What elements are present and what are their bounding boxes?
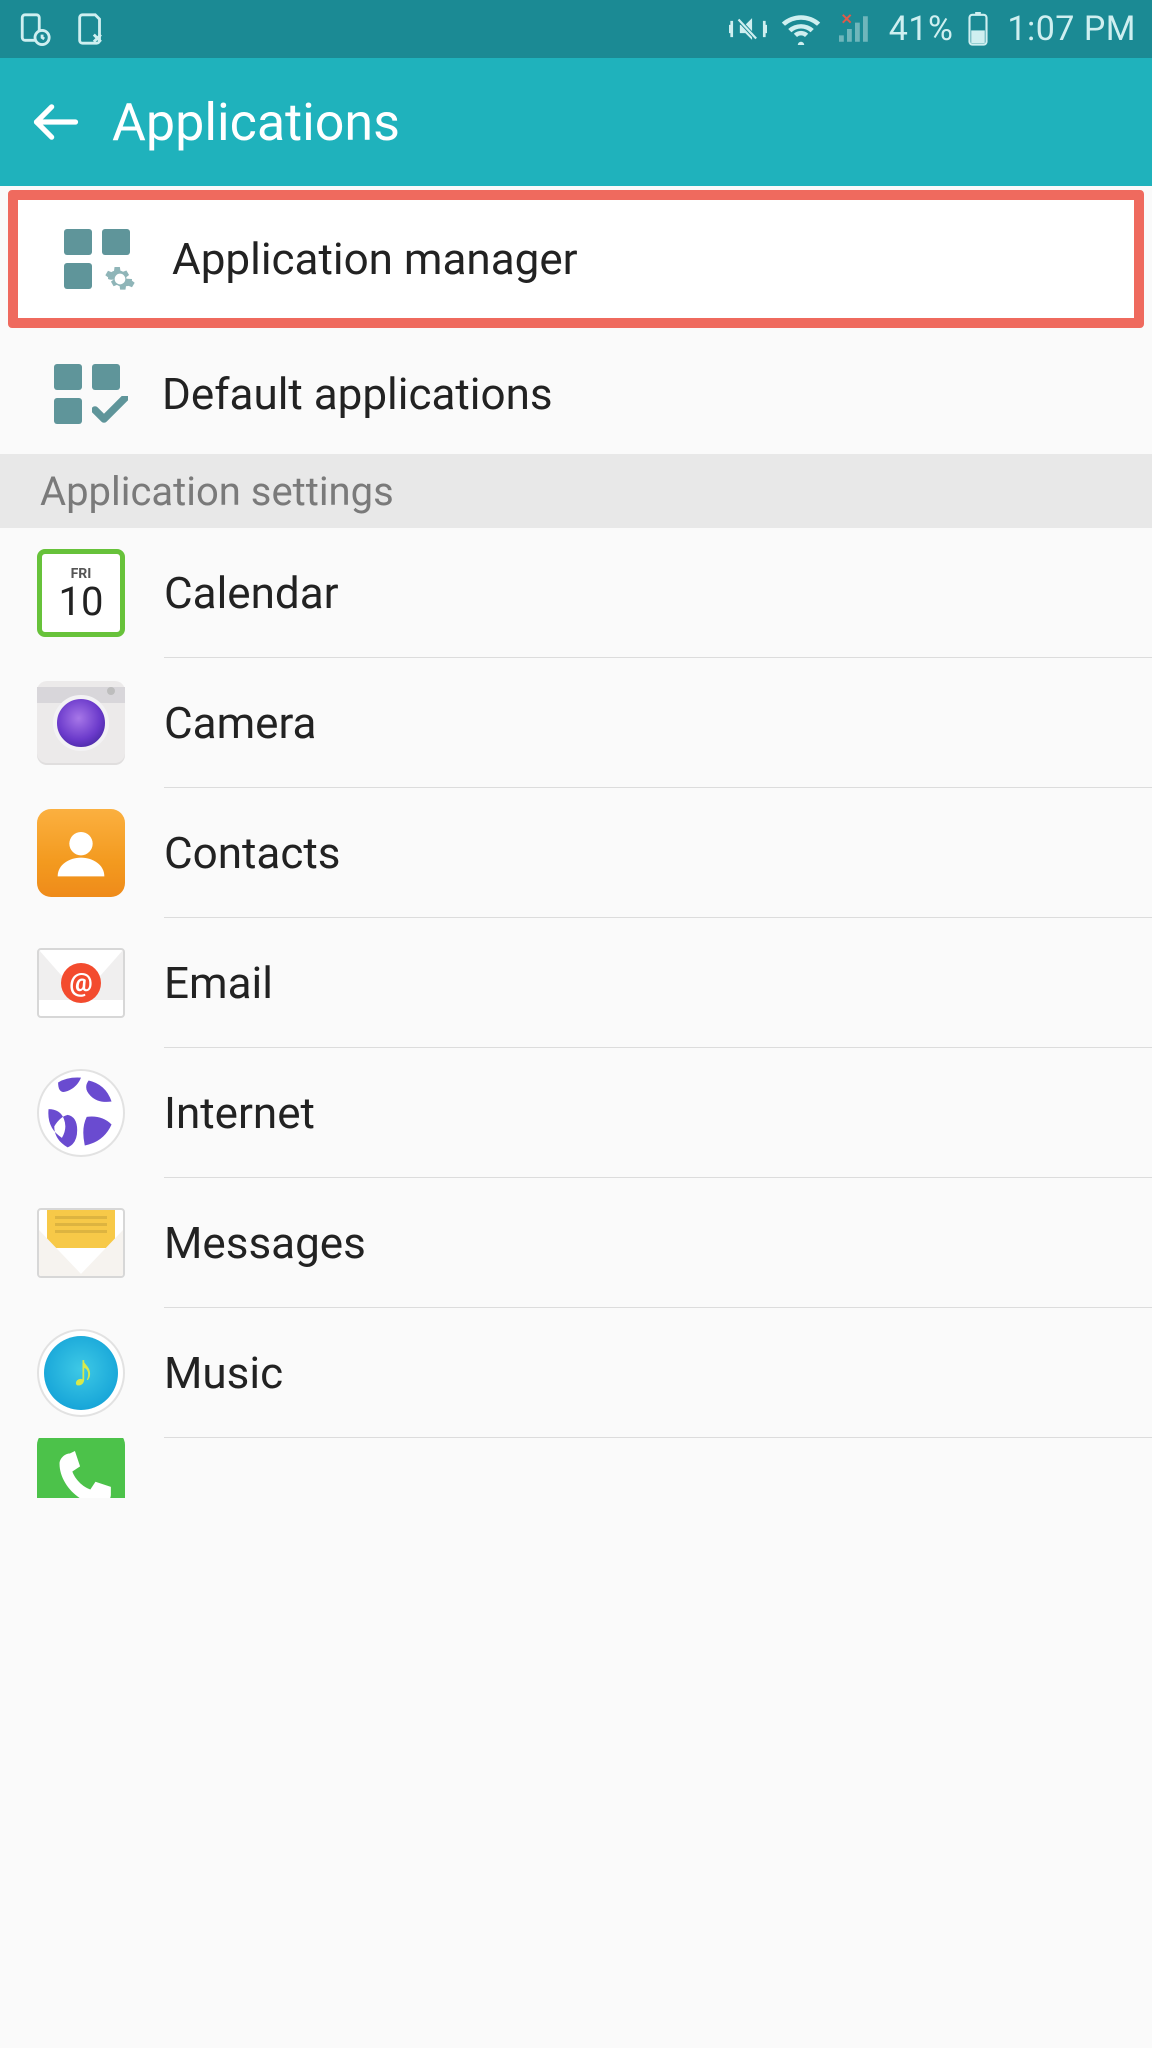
app-label: Contacts xyxy=(164,827,341,879)
status-bar: ✕ 41% 1:07 PM xyxy=(0,0,1152,58)
section-header-label: Application settings xyxy=(40,468,394,515)
status-right: ✕ 41% 1:07 PM xyxy=(729,9,1136,49)
status-left xyxy=(16,12,108,46)
arrow-left-icon xyxy=(30,96,82,148)
menu-label: Default applications xyxy=(162,368,553,420)
app-header: Applications xyxy=(0,58,1152,186)
camera-icon xyxy=(36,678,126,768)
check-icon xyxy=(92,396,128,428)
clock-text: 1:07 PM xyxy=(1003,9,1136,49)
menu-label: Application manager xyxy=(172,233,578,285)
messages-icon xyxy=(36,1198,126,1288)
signal-no-sim-icon: ✕ xyxy=(835,13,875,45)
app-label: Messages xyxy=(164,1217,366,1269)
app-label: Music xyxy=(164,1347,283,1399)
app-settings-list: FRI 10 Calendar Camera Contacts @ xyxy=(0,528,1152,1498)
app-item-calendar[interactable]: FRI 10 Calendar xyxy=(0,528,1152,658)
music-icon: ♪ xyxy=(36,1328,126,1418)
calendar-icon: FRI 10 xyxy=(36,548,126,638)
default-apps-icon xyxy=(12,364,162,424)
app-label: Internet xyxy=(164,1087,315,1139)
app-label: Email xyxy=(164,957,273,1009)
screen: ✕ 41% 1:07 PM Applications xyxy=(0,0,1152,2048)
contacts-icon xyxy=(36,808,126,898)
app-item-email[interactable]: @ Email xyxy=(0,918,1152,1048)
menu-item-default-applications[interactable]: Default applications xyxy=(0,334,1152,454)
wifi-icon xyxy=(781,13,821,45)
app-label: Camera xyxy=(164,697,316,749)
sim-x-icon xyxy=(74,12,108,46)
back-button[interactable] xyxy=(30,96,82,148)
app-item-contacts[interactable]: Contacts xyxy=(0,788,1152,918)
battery-percent: 41% xyxy=(889,9,954,49)
vibrate-mute-icon xyxy=(729,12,767,46)
calendar-date-number: 10 xyxy=(59,582,104,622)
phone-icon xyxy=(36,1438,126,1498)
app-item-internet[interactable]: Internet xyxy=(0,1048,1152,1178)
section-header-application-settings: Application settings xyxy=(0,454,1152,528)
email-icon: @ xyxy=(36,938,126,1028)
tablet-clock-icon xyxy=(18,12,52,46)
internet-icon xyxy=(36,1068,126,1158)
gear-icon xyxy=(104,263,136,295)
battery-icon xyxy=(967,12,989,46)
svg-text:✕: ✕ xyxy=(840,13,853,28)
menu-item-application-manager[interactable]: Application manager xyxy=(18,200,1134,318)
highlight-annotation: Application manager xyxy=(8,190,1144,328)
app-manager-icon xyxy=(22,229,172,289)
app-item-messages[interactable]: Messages xyxy=(0,1178,1152,1308)
app-item-camera[interactable]: Camera xyxy=(0,658,1152,788)
app-item-partial[interactable] xyxy=(0,1438,1152,1498)
app-label: Calendar xyxy=(164,567,339,619)
app-item-music[interactable]: ♪ Music xyxy=(0,1308,1152,1438)
header-title: Applications xyxy=(112,92,400,153)
